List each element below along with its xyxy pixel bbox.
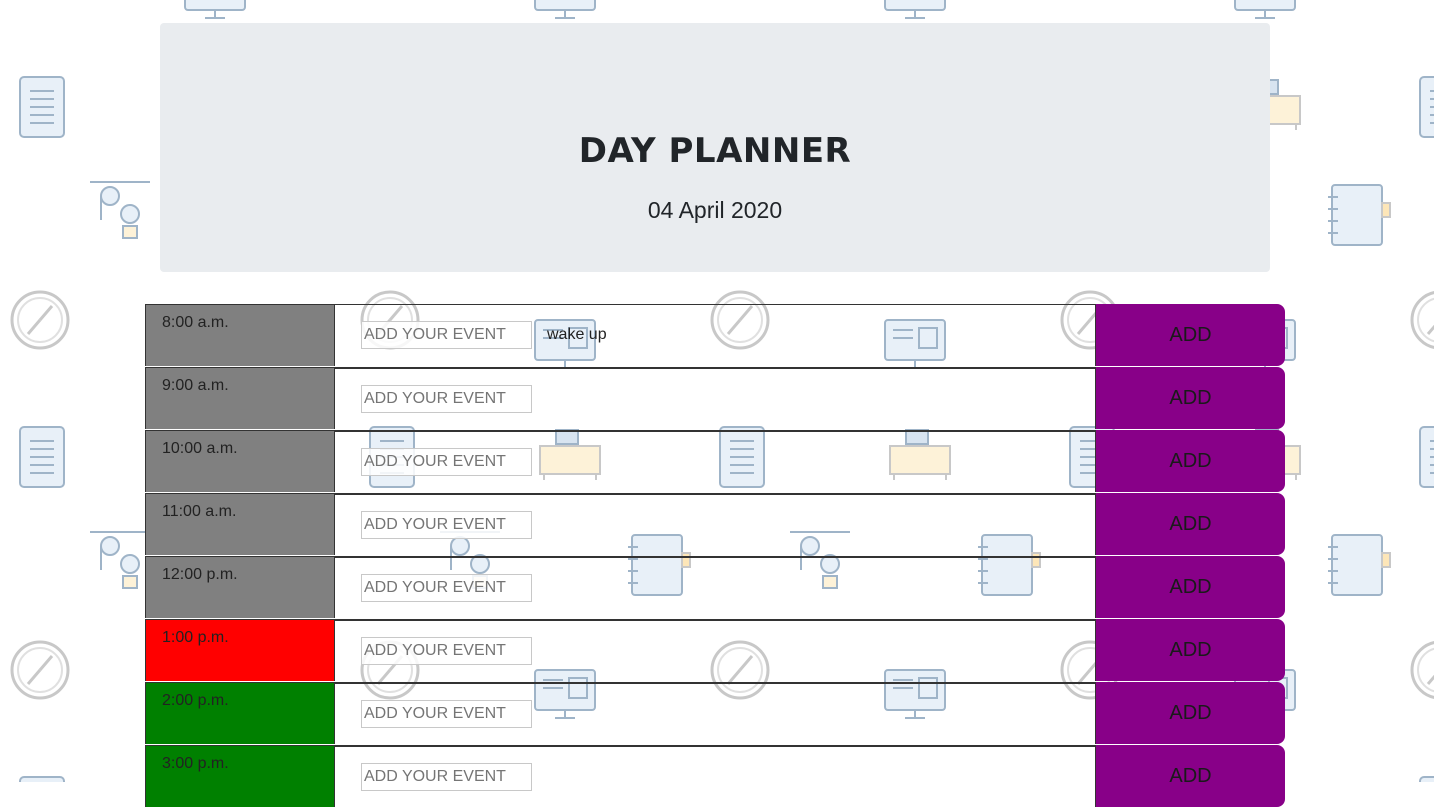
event-input[interactable] xyxy=(361,385,532,413)
page-title: DAY PLANNER xyxy=(578,131,852,171)
event-cell xyxy=(335,682,1095,745)
add-event-button[interactable]: ADD xyxy=(1095,367,1285,429)
hour-label: 12:00 p.m. xyxy=(145,556,335,618)
event-cell xyxy=(335,367,1095,430)
add-event-button[interactable]: ADD xyxy=(1095,430,1285,492)
planner-row: 2:00 p.m. ADD xyxy=(145,682,1285,745)
planner-row: 10:00 a.m. ADD xyxy=(145,430,1285,493)
planner-grid: 8:00 a.m.wake upADD9:00 a.m.ADD10:00 a.m… xyxy=(145,304,1285,808)
add-event-button[interactable]: ADD xyxy=(1095,304,1285,366)
event-cell xyxy=(335,745,1095,808)
current-date: 04 April 2020 xyxy=(647,197,783,223)
event-cell xyxy=(335,493,1095,556)
add-event-button[interactable]: ADD xyxy=(1095,745,1285,807)
planner-row: 12:00 p.m. ADD xyxy=(145,556,1285,619)
event-input[interactable] xyxy=(361,763,532,791)
event-input[interactable] xyxy=(361,511,532,539)
planner-row: 3:00 p.m. ADD xyxy=(145,745,1285,808)
planner-row: 1:00 p.m. ADD xyxy=(145,619,1285,682)
add-event-button[interactable]: ADD xyxy=(1095,682,1285,744)
event-cell xyxy=(335,619,1095,682)
add-event-button[interactable]: ADD xyxy=(1095,619,1285,681)
saved-event-text: wake up xyxy=(547,326,607,343)
add-event-button[interactable]: ADD xyxy=(1095,556,1285,618)
event-input[interactable] xyxy=(361,448,532,476)
event-input[interactable] xyxy=(361,321,532,349)
planner-row: 11:00 a.m. ADD xyxy=(145,493,1285,556)
event-input[interactable] xyxy=(361,637,532,665)
hour-label: 2:00 p.m. xyxy=(145,682,335,744)
hour-label: 11:00 a.m. xyxy=(145,493,335,555)
event-cell xyxy=(335,430,1095,493)
event-cell xyxy=(335,556,1095,619)
event-cell: wake up xyxy=(335,304,1095,367)
event-input[interactable] xyxy=(361,574,532,602)
hour-label: 9:00 a.m. xyxy=(145,367,335,429)
planner-row: 9:00 a.m. ADD xyxy=(145,367,1285,430)
hour-label: 10:00 a.m. xyxy=(145,430,335,492)
hour-label: 8:00 a.m. xyxy=(145,304,335,366)
add-event-button[interactable]: ADD xyxy=(1095,493,1285,555)
planner-row: 8:00 a.m. wake up ADD xyxy=(145,304,1285,367)
hour-label: 1:00 p.m. xyxy=(145,619,335,681)
header-jumbotron: DAY PLANNER 04 April 2020 xyxy=(160,23,1270,272)
event-input[interactable] xyxy=(361,700,532,728)
hour-label: 3:00 p.m. xyxy=(145,745,335,807)
